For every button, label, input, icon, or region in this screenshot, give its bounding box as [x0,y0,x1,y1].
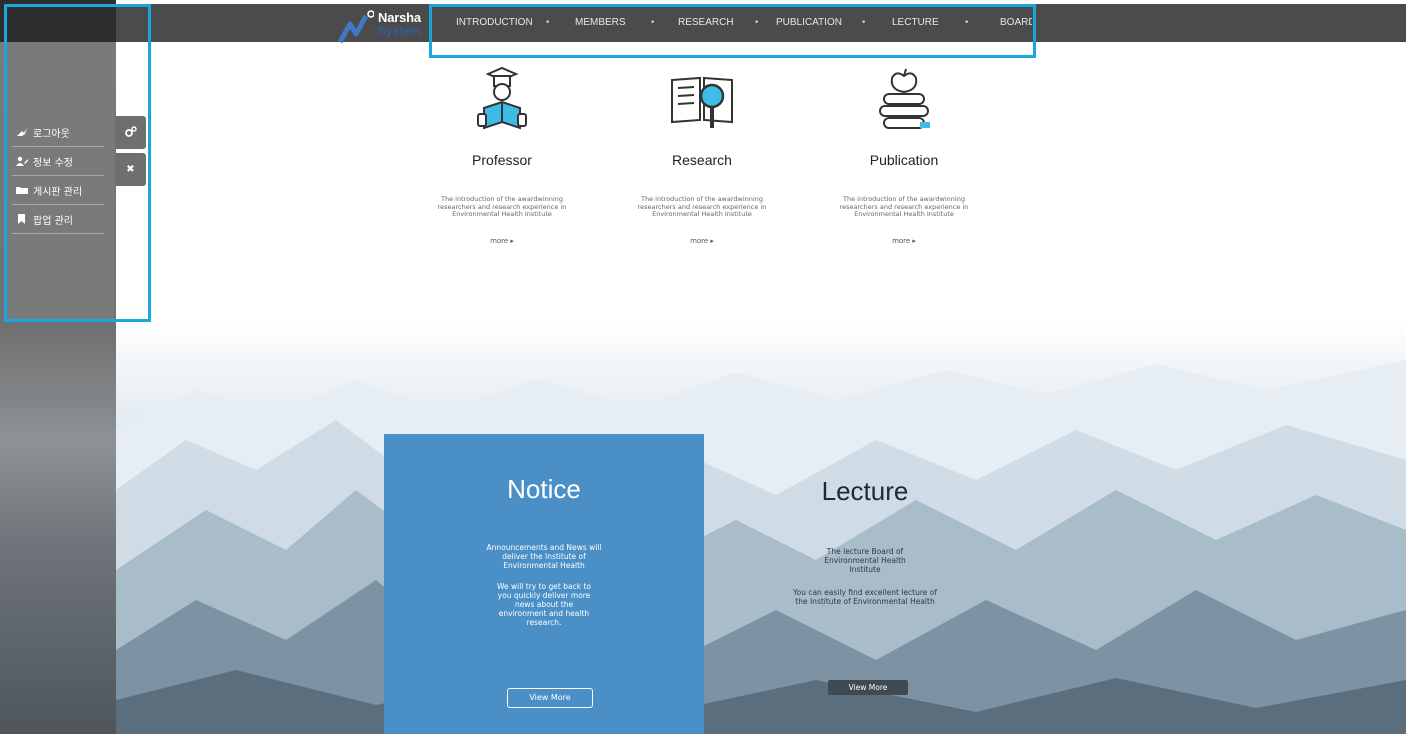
menu-item-label: 팝업 관리 [33,215,73,227]
logo-name: Narsha [378,10,421,25]
nav-separator: • [964,18,970,28]
nav-separator: • [545,18,551,28]
feature-description: The introduction of the awardwinning res… [839,195,969,218]
narsha-logo-icon [338,10,374,44]
lecture-title: Lecture [821,476,909,506]
menu-item-label: 게시판 관리 [33,186,83,198]
menu-item-board-admin[interactable]: 게시판 관리 [12,176,104,205]
logo-subname: System [378,24,421,38]
menu-item-label: 로그아웃 [33,128,70,140]
menu-item-edit-info[interactable]: 정보 수정 [12,147,104,176]
folder-icon [16,187,28,194]
lecture-text: The lecture Board of Environmental Healt… [824,547,906,574]
user-edit-icon [16,156,28,166]
lecture-text: You can easily find excellent lecture of… [793,588,937,606]
menu-item-popup-admin[interactable]: 팝업 관리 [12,205,104,234]
magnifier-book-icon [671,76,733,128]
bookmark-icon [18,214,25,224]
nav-lecture[interactable]: LECTURE [892,4,939,42]
more-link[interactable]: more ▸ [892,237,916,245]
nav-separator: • [650,18,656,28]
feature-description: The introduction of the awardwinning res… [437,195,567,218]
nav-research[interactable]: RESEARCH [678,4,734,42]
notice-text: Announcements and News will deliver the … [486,543,602,570]
menu-item-logout[interactable]: 로그아웃 [12,118,104,147]
gears-icon [124,126,137,137]
feature-publication: Publication The introduction of the awar… [824,66,984,247]
nav-separator: • [861,18,867,28]
close-button[interactable]: ✖ [115,153,146,186]
close-icon: ✖ [126,164,135,175]
nav-members[interactable]: MEMBERS [575,4,626,42]
nav-board[interactable]: BOARD [1000,4,1032,42]
notice-text: We will try to get back to you quickly d… [497,582,591,627]
notice-view-more-button[interactable]: View More [507,688,593,708]
nav-introduction[interactable]: INTRODUCTION [456,4,533,42]
site-logo[interactable]: Narsha System [338,6,430,44]
main-nav: INTRODUCTION • MEMBERS • RESEARCH • PUBL… [454,4,1032,42]
feature-title: Research [672,152,732,168]
admin-menu: 로그아웃 정보 수정 게시판 관리 팝업 관리 [12,118,104,234]
menu-item-label: 정보 수정 [33,157,73,169]
nav-separator: • [754,18,760,28]
feature-title: Publication [869,152,939,168]
lecture-section: Lecture The lecture Board of Environment… [740,476,990,606]
nav-publication[interactable]: PUBLICATION [776,4,842,42]
left-strip-header [0,0,116,42]
feature-description: The introduction of the awardwinning res… [637,195,767,218]
notice-card: Notice Announcements and News will deliv… [384,434,704,734]
notice-title: Notice [507,474,581,504]
more-link[interactable]: more ▸ [490,237,514,245]
feature-research: Research The introduction of the awardwi… [622,66,782,247]
feature-title: Professor [472,152,532,168]
reading-person-icon [477,66,527,130]
feature-professor: Professor The introduction of the awardw… [422,66,582,247]
settings-button[interactable] [115,116,146,149]
lecture-view-more-button[interactable]: View More [828,680,908,695]
logout-icon [17,128,27,136]
apple-books-icon [879,68,930,129]
more-link[interactable]: more ▸ [690,237,714,245]
